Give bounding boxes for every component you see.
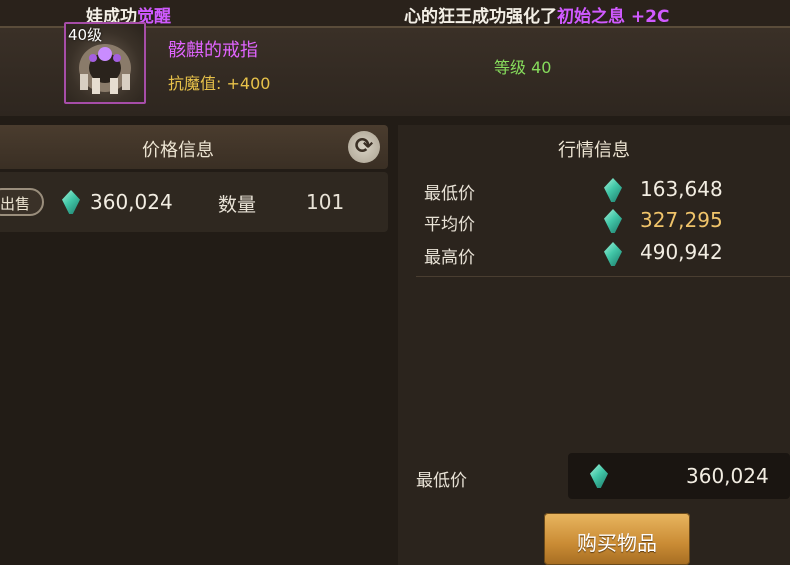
listing-price: 360,024 <box>90 190 173 214</box>
refresh-button[interactable]: ⟳ <box>348 131 380 163</box>
market-avg-label: 平均价 <box>424 215 475 235</box>
market-min-label: 最低价 <box>424 184 475 204</box>
announcement-right: 心的狂王成功强化了初始之息 +2C <box>404 2 669 27</box>
item-level: 等级 40 <box>494 58 552 77</box>
market-max-value: 490,942 <box>640 240 723 264</box>
price-info-title: 价格信息 <box>142 140 214 161</box>
sell-button[interactable]: 出售 <box>0 188 44 216</box>
announcement-right-text: 心的狂王成功强化了 <box>404 7 557 27</box>
quantity-value: 101 <box>306 190 345 214</box>
item-stat: 抗魔值: +400 <box>168 74 271 93</box>
buy-item-button[interactable]: 购买物品 <box>544 513 690 565</box>
quantity-label: 数量 <box>218 194 257 216</box>
market-min-value: 163,648 <box>640 177 723 201</box>
market-divider <box>416 276 790 277</box>
refresh-icon: ⟳ <box>354 134 374 159</box>
market-avg-value: 327,295 <box>640 208 723 232</box>
sell-button-label: 出售 <box>0 195 31 213</box>
item-level-badge: 40级 <box>68 26 103 44</box>
purchase-price-value: 360,024 <box>686 464 769 488</box>
announcement-right-highlight: 初始之息 +2C <box>557 7 670 27</box>
item-name: 骸麒的戒指 <box>168 40 258 61</box>
market-info-title: 行情信息 <box>558 140 630 161</box>
market-max-label: 最高价 <box>424 248 475 268</box>
purchase-price-label: 最低价 <box>416 471 467 491</box>
buy-item-label: 购买物品 <box>577 531 657 555</box>
